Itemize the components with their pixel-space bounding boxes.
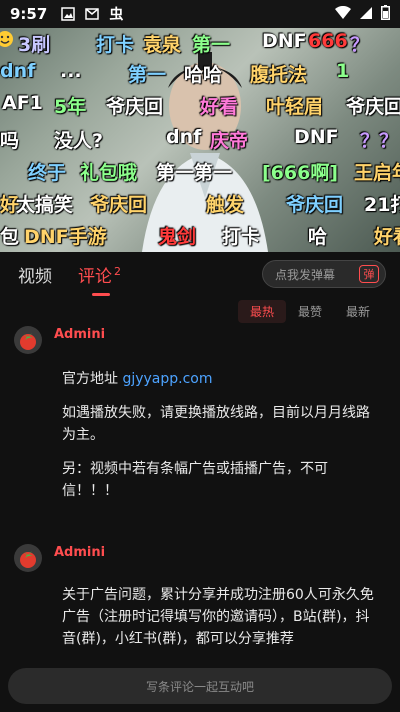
danmu-comment: 好看: [200, 96, 239, 118]
danmu-comment: [666啊]: [262, 162, 339, 184]
danmu-comment: 5年: [54, 96, 87, 118]
comment-paragraph: 关于广告问题，累计分享并成功注册60人可永久免广告（注册时记得填写你的邀请码），…: [62, 587, 374, 647]
tomato-icon: [20, 333, 36, 350]
avatar[interactable]: [14, 544, 42, 572]
danmu-comment: ？？: [360, 130, 399, 152]
comment-count-badge: 2: [114, 264, 121, 278]
mail-icon: [83, 6, 101, 22]
signal-icon: [359, 5, 373, 24]
comment-input[interactable]: 写条评论一起互动吧: [8, 668, 392, 704]
status-time: 9:57: [10, 5, 48, 23]
comment-username[interactable]: Admini: [54, 545, 105, 560]
danmu-comment: 王启年: [354, 162, 400, 184]
bottom-bar: 写条评论一起互动吧: [0, 660, 400, 712]
danmu-comment: 太搞笑: [16, 194, 74, 216]
danmu-comment: 袁泉: [143, 34, 182, 56]
sort-new[interactable]: 最新: [334, 300, 382, 323]
danmu-comment: 触发: [206, 194, 245, 216]
danmu-comment: dnf: [166, 126, 202, 148]
status-bar: 9:57 虫: [0, 0, 400, 28]
image-icon: [59, 6, 77, 22]
danmu-comment: DNF: [262, 30, 307, 52]
emoji-icon: [0, 30, 14, 53]
danmu-comment: 爷庆回: [106, 96, 164, 118]
comment-body: 官方地址 gjyyapp.com 如遇播放失败，请更换播放线路，目前以月月线路为…: [62, 368, 378, 514]
danmu-comment: 礼包哦: [80, 162, 138, 184]
danmu-comment: 666: [308, 30, 348, 52]
danmu-comment: 第一: [192, 34, 231, 56]
danmu-comment: 叶轻眉: [266, 96, 324, 118]
comment-paragraph: 官方地址 gjyyapp.com: [62, 368, 378, 390]
sort-likes[interactable]: 最赞: [286, 300, 334, 323]
danmu-comment: AF1: [2, 92, 43, 114]
comment-username[interactable]: Admini: [54, 327, 105, 342]
danmu-comment: 打卡: [222, 226, 261, 248]
danmu-comment: 3刷: [18, 34, 51, 56]
danmu-comment: dnf: [0, 60, 36, 82]
official-site-link[interactable]: gjyyapp.com: [122, 371, 212, 387]
tab-video[interactable]: 视频: [18, 262, 52, 287]
danmu-comment: 包: [0, 226, 20, 248]
tab-comments[interactable]: 评论 2: [78, 262, 121, 296]
danmu-comment: 终于: [28, 162, 67, 184]
danmu-comment: 爷庆回: [90, 194, 148, 216]
danmu-comment: ...: [60, 60, 82, 82]
danmu-comment: 没人?: [54, 130, 104, 152]
comment-paragraph: 另：视频中若有条幅广告或插播广告，不可信！！！: [62, 461, 328, 499]
danmu-send-icon[interactable]: 弹: [359, 265, 379, 283]
wifi-icon: [335, 5, 351, 24]
danmu-comment: 打卡: [96, 34, 135, 56]
danmu-comment: DNF: [294, 126, 339, 148]
comment-body: 关于广告问题，累计分享并成功注册60人可永久免广告（注册时记得填写你的邀请码），…: [62, 584, 378, 662]
status-icons: [335, 4, 390, 24]
comment-paragraph: 如遇播放失败，请更换播放线路，目前以月月线路为主。: [62, 405, 370, 443]
danmu-comment: ？: [350, 34, 370, 56]
danmu-comment: 鬼剑: [158, 226, 197, 248]
tab-comments-label: 评论: [78, 266, 112, 287]
danmu-comment: 爷庆回: [346, 96, 400, 118]
danmu-comment: 好看: [374, 226, 400, 248]
content-tabs: 视频 评论 2 点我发弹幕 弹: [0, 252, 400, 296]
tomato-icon: [20, 551, 36, 568]
danmu-comment: 哈哈: [184, 64, 223, 86]
danmu-input[interactable]: 点我发弹幕 弹: [262, 260, 386, 288]
danmu-input-placeholder: 点我发弹幕: [275, 267, 336, 282]
danmu-comment: 1: [336, 60, 350, 82]
danmu-comment: 庆帝: [210, 130, 249, 152]
danmu-comment: DNF手游: [24, 226, 107, 248]
danmu-comment: 第一: [128, 64, 167, 86]
comment-text: 官方地址: [62, 371, 123, 387]
danmu-comment: 爷庆回: [286, 194, 344, 216]
danmu-comment: 哈: [308, 226, 328, 248]
danmu-comment: 吗: [0, 130, 20, 152]
app-notification-icon: 虫: [109, 7, 124, 23]
danmu-comment: 第一第一: [156, 162, 233, 184]
danmu-comment: 21打: [364, 194, 400, 216]
danmu-comment: 腹托法: [250, 64, 308, 86]
comment-sort-bar: 最热 最赞 最新: [238, 300, 382, 323]
avatar[interactable]: [14, 326, 42, 354]
sort-hot[interactable]: 最热: [238, 300, 286, 323]
video-player[interactable]: 3刷 打卡 袁泉 第一 DNF 666？ dnf... 第一 哈哈 腹托法 1 AF1 5年 爷庆回 好看叶…: [0, 28, 400, 252]
battery-icon: [381, 4, 390, 24]
